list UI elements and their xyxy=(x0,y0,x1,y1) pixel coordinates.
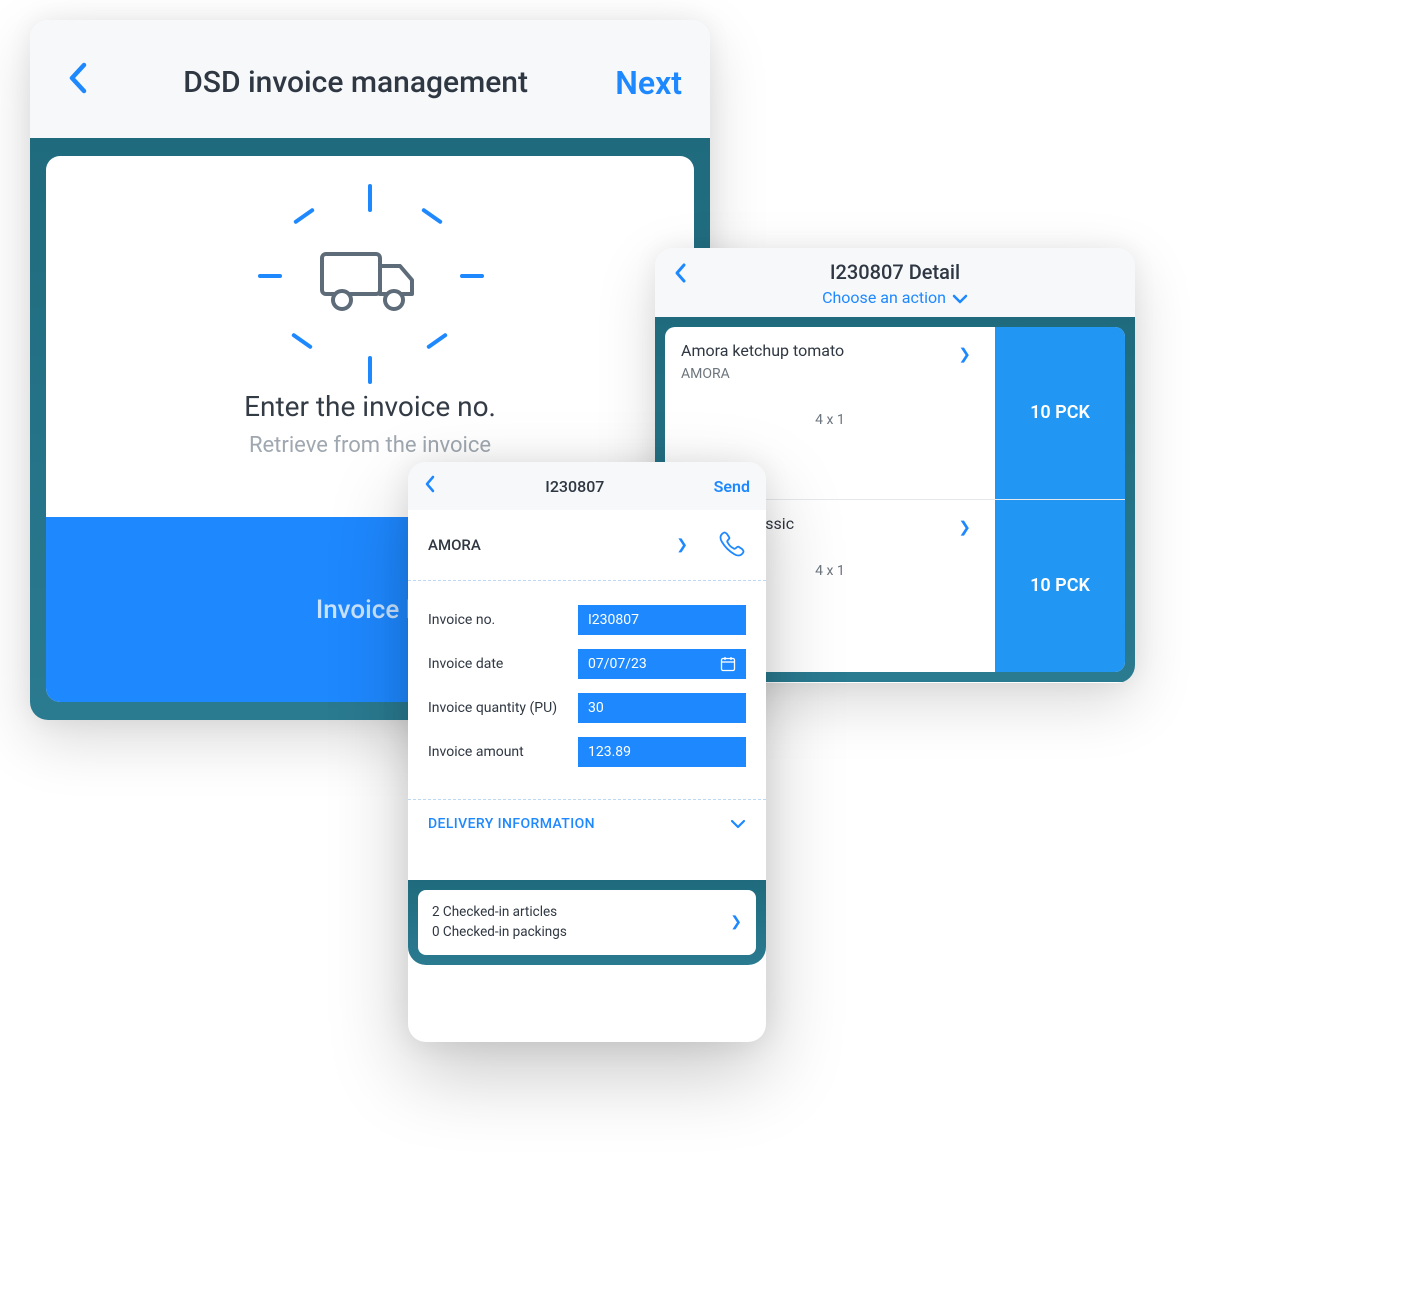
item-pack: 4 x 1 xyxy=(681,412,979,428)
checkin-summary[interactable]: 2 Checked-in articles 0 Checked-in packi… xyxy=(418,890,756,955)
supplier-row[interactable]: AMORA ❯ xyxy=(408,510,766,581)
invoice-form-screen: I230807 Send AMORA ❯ Invoice no. I230807… xyxy=(408,462,766,1042)
item-brand: AMORA xyxy=(681,366,979,382)
chevron-right-icon: ❯ xyxy=(958,518,971,536)
back-button[interactable] xyxy=(424,474,436,498)
back-button[interactable] xyxy=(58,61,96,105)
body: AMORA ❯ Invoice no. I230807 Invoice date… xyxy=(408,510,766,965)
prompt-sub: Retrieve from the invoice xyxy=(46,433,694,458)
chevron-left-icon xyxy=(66,61,88,95)
footer: 2 Checked-in articles 0 Checked-in packi… xyxy=(408,880,766,965)
page-title: DSD invoice management xyxy=(96,64,615,102)
chevron-right-icon: ❯ xyxy=(958,345,971,363)
invoice-qty-label: Invoice quantity (PU) xyxy=(428,700,568,716)
invoice-qty-input[interactable]: 30 xyxy=(578,693,746,723)
item-qty: 10 PCK xyxy=(995,327,1125,499)
calendar-icon xyxy=(720,656,736,672)
header: I230807 Detail Choose an action xyxy=(655,248,1135,317)
section-label: DELIVERY INFORMATION xyxy=(428,816,595,832)
field-row: Invoice date 07/07/23 xyxy=(428,649,746,679)
invoice-date-input[interactable]: 07/07/23 xyxy=(578,649,746,679)
truck-icon xyxy=(320,246,420,316)
chevron-left-icon xyxy=(424,475,436,493)
choose-action-dropdown[interactable]: Choose an action xyxy=(673,288,1117,307)
send-button[interactable]: Send xyxy=(714,477,750,496)
prompt-heading: Enter the invoice no. xyxy=(46,390,694,423)
chevron-left-icon xyxy=(673,262,687,284)
invoice-no-label: Invoice no. xyxy=(428,612,568,628)
illustration xyxy=(46,156,694,384)
page-title: I230807 xyxy=(545,477,604,496)
field-row: Invoice amount 123.89 xyxy=(428,737,746,767)
field-row: Invoice quantity (PU) 30 xyxy=(428,693,746,723)
phone-icon[interactable] xyxy=(716,530,746,560)
page-title: I230807 Detail xyxy=(673,260,1117,284)
chevron-right-icon: ❯ xyxy=(676,537,688,553)
chevron-right-icon: ❯ xyxy=(730,914,742,930)
delivery-info-section[interactable]: DELIVERY INFORMATION xyxy=(408,800,766,848)
back-button[interactable] xyxy=(673,262,687,290)
checkedin-packings: 0 Checked-in packings xyxy=(432,922,567,942)
invoice-amount-label: Invoice amount xyxy=(428,744,568,760)
invoice-amount-input[interactable]: 123.89 xyxy=(578,737,746,767)
header: DSD invoice management Next xyxy=(30,20,710,138)
prompt: Enter the invoice no. Retrieve from the … xyxy=(46,390,694,458)
item-name: Amora ketchup tomato xyxy=(681,341,979,360)
header: I230807 Send xyxy=(408,462,766,510)
invoice-date-label: Invoice date xyxy=(428,656,568,672)
supplier-name: AMORA xyxy=(428,536,676,554)
chevron-down-icon xyxy=(952,294,968,304)
field-row: Invoice no. I230807 xyxy=(428,605,746,635)
form-fields: Invoice no. I230807 Invoice date 07/07/2… xyxy=(408,581,766,800)
checkedin-articles: 2 Checked-in articles xyxy=(432,902,567,922)
invoice-no-input[interactable]: I230807 xyxy=(578,605,746,635)
item-qty: 10 PCK xyxy=(995,500,1125,673)
next-button[interactable]: Next xyxy=(615,64,682,102)
chevron-down-icon xyxy=(730,819,746,829)
